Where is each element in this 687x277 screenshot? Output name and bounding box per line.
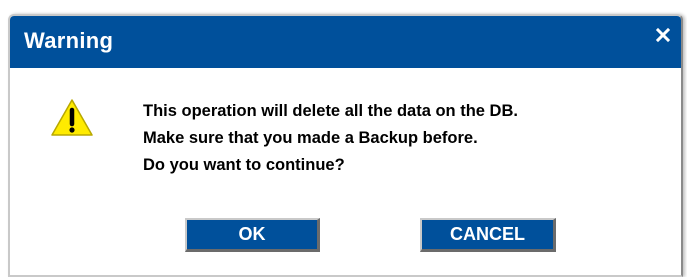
message-line: Do you want to continue? xyxy=(143,156,345,174)
message-line: Make sure that you made a Backup before. xyxy=(143,129,478,147)
ok-button[interactable]: OK xyxy=(185,218,320,252)
message-line: This operation will delete all the data … xyxy=(143,102,518,120)
dialog-message: This operation will delete all the data … xyxy=(143,98,663,179)
dialog-titlebar: Warning xyxy=(10,16,681,68)
warning-dialog: Warning This operation will delete all t… xyxy=(8,14,683,277)
close-icon[interactable] xyxy=(653,25,673,45)
warning-triangle-icon xyxy=(50,98,94,138)
dialog-title: Warning xyxy=(24,28,114,53)
cancel-button[interactable]: CANCEL xyxy=(420,218,556,252)
